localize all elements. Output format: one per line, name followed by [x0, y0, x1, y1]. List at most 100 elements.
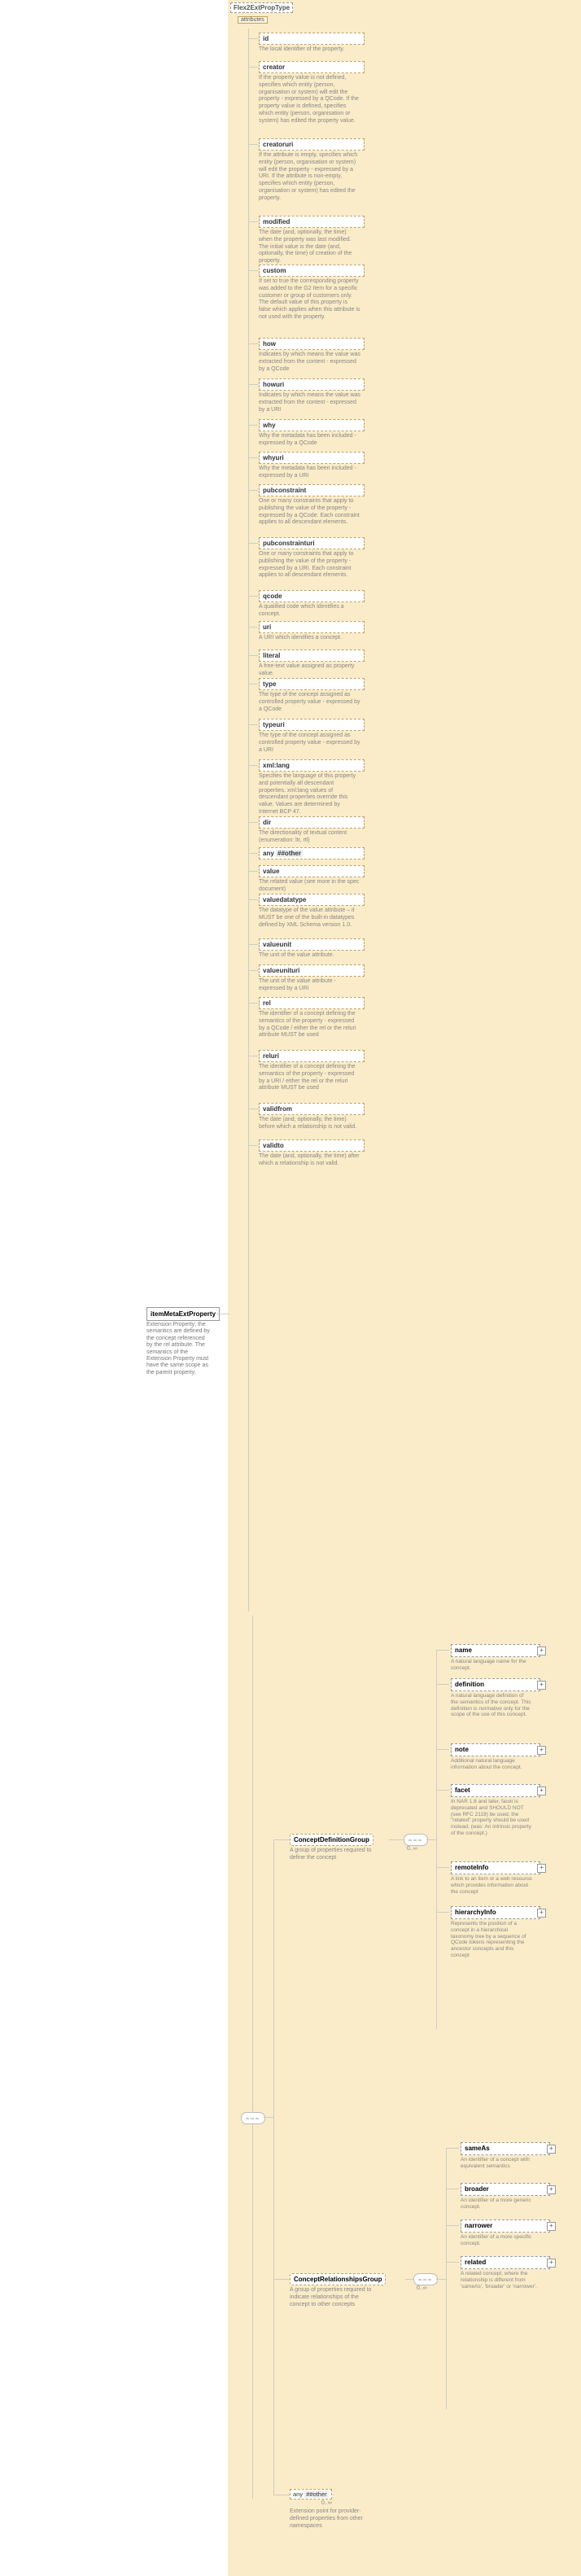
- diagram-canvas: Flex2ExtPropType attributes itemMetaExtP…: [0, 0, 581, 2576]
- root-name: itemMetaExtProperty: [151, 1310, 216, 1318]
- crg-child-desc: An identifier of a concept with equivale…: [461, 2157, 542, 2170]
- attr-desc: Why the metadata has been included - exp…: [259, 466, 360, 480]
- attr-validto: validtoThe date (and, optionally, the ti…: [259, 1139, 365, 1168]
- attr-label: how: [259, 338, 365, 350]
- attr-desc: A URI which identifies a concept.: [259, 635, 360, 642]
- attrs-spine: [248, 28, 249, 1612]
- expand-toggle[interactable]: +: [547, 2185, 556, 2194]
- attr-label: creator: [259, 61, 365, 73]
- attr-valueunituri: valueunituriThe unit of the value attrib…: [259, 964, 365, 993]
- attr-label: qcode: [259, 590, 365, 602]
- crg-child-desc: An identifier of a more specific concept…: [461, 2234, 542, 2247]
- attr-label: rel: [259, 997, 365, 1009]
- expand-toggle[interactable]: +: [547, 2145, 556, 2154]
- attr-label: whyuri: [259, 452, 365, 464]
- any-kw: any: [263, 850, 274, 857]
- attr-label: uri: [259, 621, 365, 633]
- crg-seq-out: [436, 2279, 446, 2280]
- attr-label: modified: [259, 216, 365, 228]
- attr-desc: The date (and, optionally, the time) bef…: [259, 1117, 360, 1131]
- expand-toggle[interactable]: +: [537, 1647, 546, 1655]
- expand-toggle[interactable]: +: [547, 2259, 556, 2268]
- attr-rel: relThe identifier of a concept defining …: [259, 997, 365, 1039]
- attr-desc: The unit of the value attribute - expres…: [259, 978, 360, 993]
- cdg-spine: [436, 1651, 437, 2029]
- expand-toggle[interactable]: +: [547, 2222, 556, 2231]
- attr-label: valuedatatype: [259, 894, 365, 906]
- cdg-child-label: hierarchyInfo: [451, 1906, 540, 1919]
- attr-why: whyWhy the metadata has been included - …: [259, 419, 365, 448]
- root-desc: Extension Property; the semantics are de…: [146, 1322, 212, 1376]
- cdg-in: [273, 1839, 290, 1840]
- type-label: Flex2ExtPropType: [230, 2, 293, 13]
- attr-type: typeThe type of the concept assigned as …: [259, 678, 365, 713]
- attr-desc: The local identifier of the property.: [259, 46, 360, 54]
- attr-label: custom: [259, 265, 365, 277]
- cdg-child-desc: A link to an item or a web resource whic…: [451, 1876, 532, 1895]
- cdg-child-facet: facetIn NAR 1.8 and later, facet is depr…: [451, 1784, 540, 1837]
- attr-pubconstraint: pubconstraintOne or many constraints tha…: [259, 484, 365, 527]
- crg-spine: [446, 2149, 447, 2409]
- crg-out: [405, 2279, 413, 2280]
- attr-desc: Indicates by which means the value was e…: [259, 392, 360, 413]
- attr-desc: A free-text value assigned as property v…: [259, 663, 360, 678]
- attr-desc: One or many constraints that apply to pu…: [259, 498, 360, 527]
- crg-child-related: related A related concept, where the rela…: [461, 2256, 550, 2290]
- attr-label: value: [259, 865, 365, 877]
- attr-desc: One or many constraints that apply to pu…: [259, 551, 360, 579]
- expand-toggle[interactable]: +: [537, 1864, 546, 1873]
- cdg-sequence: [404, 1834, 428, 1846]
- attr-whyuri: whyuri Why the metadata has been included…: [259, 452, 365, 480]
- concept-relationships-group: ConceptRelationshipsGroup: [290, 2273, 386, 2285]
- attr-dir: dirThe directionality of textual content…: [259, 816, 365, 845]
- crg-in: [273, 2279, 290, 2280]
- cdg-child-label: definition: [451, 1678, 540, 1691]
- expand-toggle[interactable]: +: [537, 1681, 546, 1690]
- attr-typeuri: typeuri The type of the concept assigned …: [259, 719, 365, 754]
- attr-label: dir: [259, 816, 365, 829]
- crg-child-sameAs: sameAsAn identifier of a concept with eq…: [461, 2142, 550, 2170]
- attr-label: typeuri: [259, 719, 365, 731]
- any-bottom-kw: any: [293, 2491, 303, 2498]
- attr-qcode: qcode A qualified code which identifies a…: [259, 590, 365, 619]
- any-bottom-ns: ##other: [304, 2491, 328, 2498]
- cdg-child-desc: Represents the position of a concept in …: [451, 1921, 532, 1959]
- attr-how: how Indicates by which means the value wa…: [259, 338, 365, 373]
- attr-label: pubconstrainturi: [259, 537, 365, 549]
- attr-desc: If set to true the corresponding propert…: [259, 278, 360, 321]
- main-sequence-joint: [241, 2112, 265, 2124]
- attr-desc: The type of the concept assigned as cont…: [259, 733, 360, 754]
- concept-definition-group: ConceptDefinitionGroup: [290, 1834, 374, 1846]
- attr-howuri: howuriIndicates by which means the value…: [259, 378, 365, 413]
- attr-label: validfrom: [259, 1103, 365, 1115]
- attr-desc: A qualified code which identifies a conc…: [259, 604, 360, 619]
- attr-validfrom: validfrom The date (and, optionally, the …: [259, 1103, 365, 1131]
- attr-literal: literalA free-text value assigned as pro…: [259, 649, 365, 678]
- crg-child-desc: A related concept, where the relationshi…: [461, 2271, 542, 2290]
- attr-desc: Indicates by which means the value was e…: [259, 352, 360, 373]
- cdg-child-desc: In NAR 1.8 and later, facet is deprecate…: [451, 1799, 532, 1837]
- crg-child-label: narrower: [461, 2220, 550, 2233]
- attr-desc: If the attribute is empty, specifies whi…: [259, 152, 360, 202]
- cdg-child-name: nameA natural language name for the conc…: [451, 1644, 540, 1672]
- cdg-seq-out: [426, 1839, 436, 1840]
- attr-label: literal: [259, 649, 365, 662]
- expand-toggle[interactable]: +: [537, 1746, 546, 1755]
- crg-child-desc: An identifier of a more generic concept.: [461, 2198, 542, 2211]
- cdg-child-desc: A natural language name for the concept.: [451, 1659, 532, 1672]
- cdg-child-desc: Additional natural language information …: [451, 1758, 532, 1771]
- attr-label: valueunit: [259, 938, 365, 951]
- expand-toggle[interactable]: +: [537, 1787, 546, 1795]
- attr-desc: If the property value is not defined, sp…: [259, 75, 360, 125]
- attr-label: valueunituri: [259, 964, 365, 977]
- crg-label: ConceptRelationshipsGroup: [294, 2276, 382, 2283]
- attr-desc: The date (and, optionally, the time) whe…: [259, 230, 360, 265]
- crg-child-label: related: [461, 2256, 550, 2269]
- any-ns: ##other: [276, 850, 303, 857]
- branch-spine: [273, 1839, 274, 2495]
- expand-toggle[interactable]: +: [537, 1909, 546, 1918]
- crg-desc: A group of properties required to indica…: [290, 2287, 375, 2308]
- attr-label: howuri: [259, 378, 365, 391]
- attr-creatoruri: creatoruriIf the attribute is empty, spe…: [259, 138, 365, 202]
- attr-xml:lang: xml:langSpecifies the language of this p…: [259, 759, 365, 816]
